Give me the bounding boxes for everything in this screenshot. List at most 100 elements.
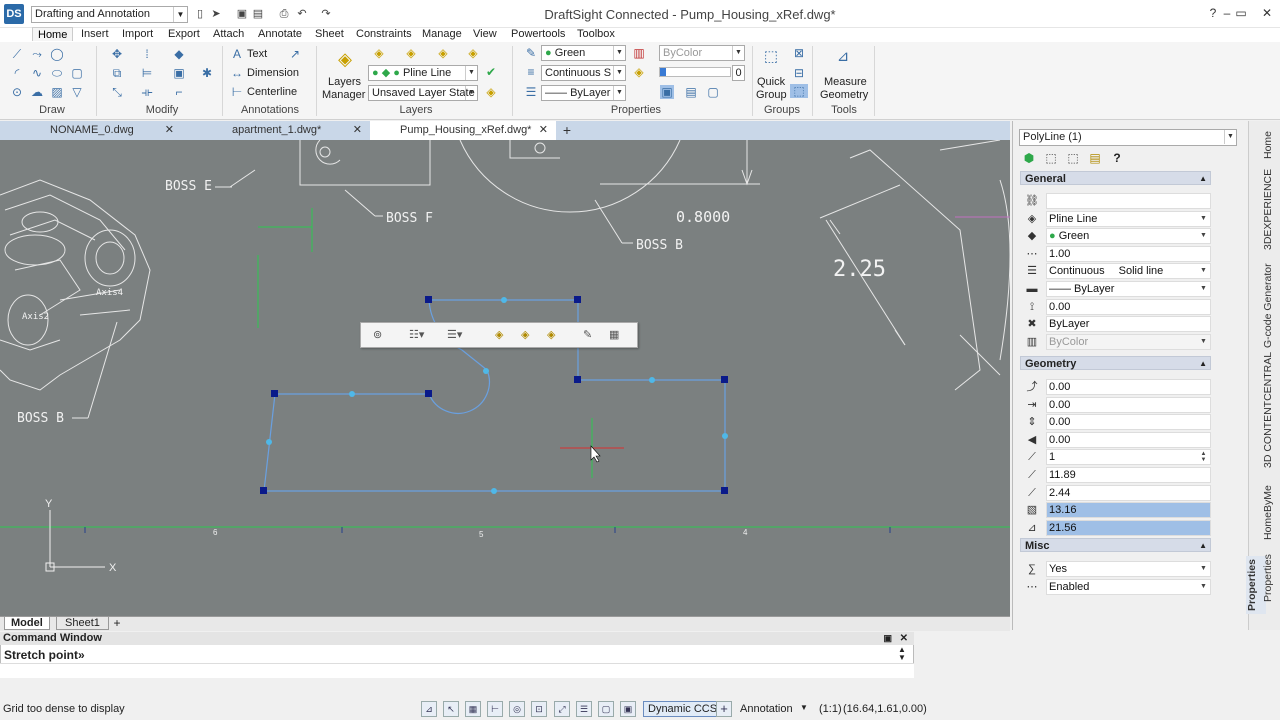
menu-export[interactable]: Export — [168, 27, 200, 41]
geometry-property-row[interactable]: ▧ 13.16 — [1024, 502, 1211, 519]
annotation-dropdown[interactable]: Annotation — [740, 703, 793, 715]
layer-state-dropdown[interactable]: Unsaved Layer State ▼ — [368, 85, 478, 101]
general-property-row[interactable]: ◆ ● Green ▼ — [1024, 228, 1211, 245]
select-objects-icon[interactable]: ⬚ — [1044, 151, 1058, 165]
geometry-property-value[interactable]: 0.00 — [1046, 431, 1211, 448]
geometry-property-row[interactable]: ◀ 0.00 — [1024, 431, 1211, 449]
general-property-value[interactable]: 1.00 — [1046, 245, 1211, 262]
dimension-button[interactable]: Dimension — [247, 66, 299, 80]
quick-group-line1[interactable]: Quick — [757, 75, 785, 89]
menu-annotate[interactable]: Annotate — [258, 27, 302, 41]
menu-manage[interactable]: Manage — [422, 27, 462, 41]
misc-property-row[interactable]: ∑ Yes ▼ — [1024, 561, 1211, 578]
copy-icon[interactable]: ⧉ — [110, 66, 124, 80]
text-icon[interactable]: A — [230, 47, 244, 61]
stretch-icon[interactable]: ⤡ — [110, 85, 124, 99]
snap-icon[interactable]: ⊿ — [421, 701, 437, 717]
side-tab-homebyme[interactable]: HomeByMe — [1262, 484, 1280, 542]
general-property-value[interactable]: ByLayer — [1046, 316, 1211, 333]
geometry-property-row[interactable]: ⊿ 21.56 — [1024, 519, 1211, 537]
open-icon[interactable]: ➤ — [210, 8, 222, 20]
menu-sheet[interactable]: Sheet — [315, 27, 344, 41]
menu-insert[interactable]: Insert — [81, 27, 109, 41]
lineweight-dropdown[interactable]: —— ByLayer ▼ — [541, 85, 626, 101]
chevron-down-icon[interactable]: ▼ — [1198, 581, 1209, 593]
close-icon[interactable]: ✕ — [539, 121, 548, 140]
rectangle-icon[interactable]: ▢ — [70, 66, 84, 80]
chevron-down-icon[interactable]: ▼ — [1198, 563, 1209, 575]
group-select-icon[interactable]: ⬚ — [790, 84, 808, 98]
arc-icon[interactable]: ◜ — [10, 66, 24, 80]
linetype-icon[interactable]: ☷▾ — [409, 328, 424, 341]
centerline-button[interactable]: Centerline — [247, 85, 297, 99]
drawing-svg[interactable]: 6 5 4 Y X BOSS E BOSS F 0.8000 BOSS B 2.… — [0, 140, 1010, 616]
command-input[interactable] — [0, 663, 914, 678]
layers-manager-line2[interactable]: Manager — [322, 88, 365, 102]
erase-icon[interactable]: ◆ — [172, 47, 186, 61]
general-property-row[interactable]: ⟟ 0.00 — [1024, 298, 1211, 316]
circle-icon[interactable]: ◯ — [50, 47, 64, 61]
new-tab-button[interactable]: + — [560, 121, 574, 140]
measure-geometry-line2[interactable]: Geometry — [820, 88, 868, 102]
misc-property-value[interactable]: Yes ▼ — [1046, 561, 1211, 577]
layer-state-icon[interactable]: ◈ — [484, 85, 498, 99]
chamfer-icon[interactable]: ⌐ — [172, 85, 186, 99]
dimension-icon[interactable]: ↔ — [230, 66, 244, 80]
explode-icon[interactable]: ▣ — [172, 66, 186, 80]
menu-attach[interactable]: Attach — [213, 27, 244, 41]
lineweight-icon[interactable]: ☰▾ — [447, 328, 462, 341]
measure-icon[interactable]: ⊿ — [834, 49, 852, 68]
geometry-property-value[interactable]: 21.56 — [1046, 519, 1211, 536]
layer-match-icon[interactable]: ◈ — [436, 46, 450, 60]
layer-icon[interactable]: ◈ — [495, 328, 503, 341]
drawing-canvas[interactable]: 6 5 4 Y X BOSS E BOSS F 0.8000 BOSS B 2.… — [0, 140, 1010, 616]
close-icon[interactable]: ✕ — [353, 121, 362, 140]
etrack-icon[interactable]: ⤢ — [554, 701, 570, 717]
show-lineweight-icon[interactable]: ▣ — [660, 85, 674, 99]
centerline-icon[interactable]: ⊢ — [230, 85, 244, 99]
geometry-property-row[interactable]: ⇥ 0.00 — [1024, 396, 1211, 414]
layer-isolate-icon[interactable]: ◈ — [466, 46, 480, 60]
chevron-down-icon[interactable]: ▼ — [800, 703, 808, 712]
menu-constraints[interactable]: Constraints — [356, 27, 412, 41]
general-property-value[interactable]: Continuous Solid line ▼ — [1046, 263, 1211, 280]
leader-icon[interactable]: ↗ — [288, 47, 302, 61]
zoom-icon[interactable]: ⊚ — [373, 328, 382, 341]
general-property-row[interactable]: ✖ ByLayer — [1024, 316, 1211, 333]
add-icon[interactable]: + — [716, 701, 732, 717]
geometry-property-value[interactable]: 13.16 — [1046, 502, 1211, 519]
revcloud-icon[interactable]: ☁ — [30, 85, 44, 99]
filter-icon[interactable]: ▤ — [1088, 151, 1102, 165]
geometry-property-row[interactable]: ⤴ 0.00 — [1024, 379, 1211, 396]
color-dropdown[interactable]: ● Green ▼ — [541, 45, 626, 61]
general-property-row[interactable]: ▬ —— ByLayer ▼ — [1024, 281, 1211, 298]
close-icon[interactable]: ✕ — [165, 121, 174, 140]
grid-icon[interactable]: ▦ — [465, 701, 481, 717]
stepper-icon[interactable]: ▲ ▼ — [1198, 451, 1209, 463]
quick-select-icon[interactable]: ⬚ — [1066, 151, 1080, 165]
side-tab-properties[interactable]: Properties — [1262, 554, 1280, 602]
layer-match-icon[interactable]: ◈ — [547, 328, 555, 341]
polar-icon[interactable]: ◎ — [509, 701, 525, 717]
spline-icon[interactable]: ∿ — [30, 66, 44, 80]
general-property-row[interactable]: ☰ Continuous Solid line ▼ — [1024, 263, 1211, 280]
general-property-value[interactable]: ByColor ▼ — [1046, 333, 1211, 350]
selection-dropdown[interactable]: PolyLine (1) ▼ — [1019, 129, 1237, 146]
chevron-down-icon[interactable]: ▼ — [1198, 265, 1209, 277]
trim-icon[interactable]: ⟛ — [140, 85, 154, 99]
transparency-color-dropdown[interactable]: ByColor ▼ — [659, 45, 745, 61]
scroll-arrows-icon[interactable]: ▲ ▼ — [898, 646, 906, 662]
slider-handle[interactable] — [660, 68, 666, 76]
esnap-icon[interactable]: ⊡ — [531, 701, 547, 717]
add-sheet-button[interactable]: + — [110, 617, 124, 630]
restore-button[interactable]: ▭ — [1228, 4, 1254, 22]
general-property-row[interactable]: ◈ Pline Line ▼ — [1024, 210, 1211, 228]
menu-powertools[interactable]: Powertools — [511, 27, 565, 41]
save-icon[interactable]: ▣ — [236, 8, 248, 20]
triangle-icon[interactable]: ▽ — [70, 85, 84, 99]
chevron-down-icon[interactable]: ▼ — [1198, 230, 1209, 242]
properties-list-icon[interactable]: ▤ — [684, 85, 698, 99]
help-icon[interactable]: ? — [1110, 151, 1124, 165]
general-property-row[interactable]: ▥ ByColor ▼ — [1024, 333, 1211, 351]
section-misc[interactable]: Misc ▲ — [1020, 538, 1211, 552]
